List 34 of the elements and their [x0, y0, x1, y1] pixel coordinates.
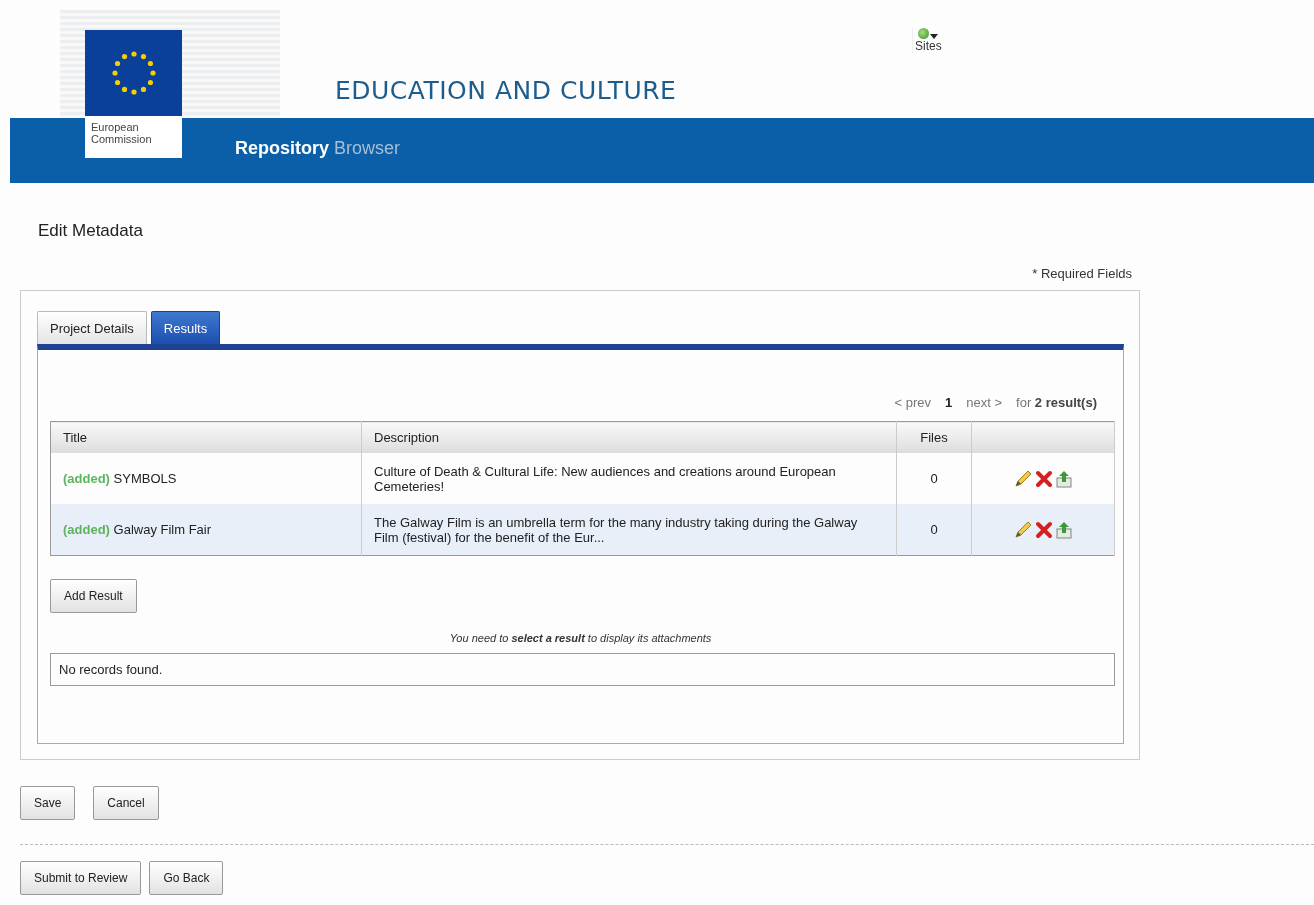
sites-menu[interactable]: Sites — [912, 28, 942, 53]
delete-icon[interactable] — [1035, 469, 1053, 488]
title-cell: (added) Galway Film Fair — [50, 504, 362, 556]
site-title: EDUCATION AND CULTURE — [335, 76, 677, 105]
logo-text: European Commission — [90, 120, 152, 145]
description-cell: The Galway Film is an umbrella term for the many industry taking during the Galway Film (festival) for the benefit of the Eur... — [361, 504, 897, 556]
attachments-list: No records found. — [50, 653, 1115, 686]
pencil-icon[interactable] — [1013, 519, 1033, 540]
delete-icon[interactable] — [1035, 520, 1053, 539]
column-header: Description — [361, 421, 897, 453]
caret-icon — [930, 34, 939, 39]
flag-icon — [85, 30, 182, 116]
files-cell: 0 — [896, 504, 972, 556]
tab[interactable]: Results — [150, 311, 221, 344]
page-title: Edit Metadata — [38, 221, 144, 241]
tab[interactable]: Project Details — [37, 311, 147, 344]
upload-icon[interactable] — [1055, 519, 1073, 540]
column-header: Title — [50, 421, 362, 453]
footer-button[interactable]: Go Back — [149, 861, 224, 895]
next-link[interactable]: next > — [966, 395, 1003, 410]
footer-button[interactable]: Submit to Review — [20, 861, 142, 895]
globe-icon — [918, 28, 930, 39]
attachments-hint: You need to select a result to display its attachments — [448, 632, 713, 644]
app-name: Repository Browser — [235, 138, 401, 159]
current-page: 1 — [945, 395, 953, 410]
upload-icon[interactable] — [1055, 468, 1073, 489]
required-fields-note: * Required Fields — [1032, 266, 1132, 281]
pencil-icon[interactable] — [1013, 468, 1033, 489]
form-button[interactable]: Save — [20, 786, 76, 820]
add-result-button[interactable]: Add Result — [50, 579, 137, 613]
prev-link[interactable]: < prev — [894, 395, 932, 410]
form-button[interactable]: Cancel — [93, 786, 159, 820]
result-count: for 2 result(s) — [1016, 395, 1097, 410]
column-header: Files — [896, 421, 972, 453]
